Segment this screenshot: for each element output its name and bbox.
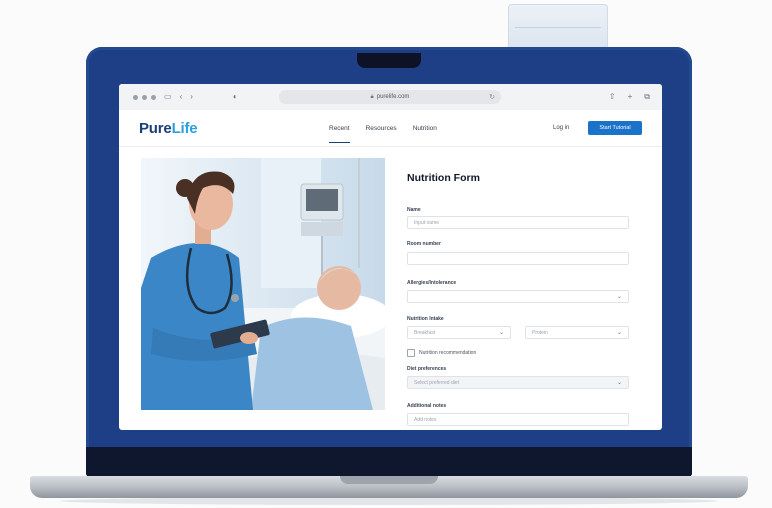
laptop-shadow: [60, 497, 718, 505]
nutrient-select[interactable]: Protein ⌄: [525, 326, 629, 339]
login-link[interactable]: Log in: [553, 125, 569, 131]
meal-select-value: Breakfast: [414, 329, 436, 336]
start-tutorial-button[interactable]: Start Tutorial: [588, 121, 642, 135]
minimize-window-dot[interactable]: [142, 94, 147, 100]
recommendation-checkbox[interactable]: [407, 349, 415, 357]
room-number-input[interactable]: [407, 252, 629, 265]
close-window-dot[interactable]: [133, 94, 138, 100]
logo-text-accent: Life: [171, 120, 198, 137]
meal-select[interactable]: Breakfast ⌄: [407, 326, 511, 339]
additional-notes-label: Additional notes: [407, 403, 447, 409]
browser-toolbar: ▭ ‹ › ◐ 🔒︎ purelife.com ↻ ⇧ + ⧉: [119, 84, 662, 111]
nutrient-select-value: Protein: [532, 329, 548, 336]
forward-icon[interactable]: ›: [190, 93, 193, 101]
form-title: Nutrition Form: [407, 172, 480, 184]
chevron-down-icon: ⌄: [498, 330, 504, 336]
chevron-down-icon: ⌄: [616, 294, 622, 300]
site-header: PureLife Recent Resources Nutrition Log …: [119, 110, 662, 147]
room-number-label: Room number: [407, 241, 441, 247]
purelife-logo[interactable]: PureLife: [139, 120, 198, 137]
nutrition-intake-label: Nutrition Intake: [407, 316, 444, 322]
laptop-screen: ▭ ‹ › ◐ 🔒︎ purelife.com ↻ ⇧ + ⧉ PureLife…: [119, 84, 662, 430]
nav-item-nutrition[interactable]: Nutrition: [413, 125, 437, 143]
water-glass: [508, 4, 608, 52]
share-icon[interactable]: ⇧: [609, 92, 616, 102]
new-tab-icon[interactable]: +: [628, 92, 633, 102]
allergies-select[interactable]: ⌄: [407, 290, 629, 303]
additional-notes-placeholder: Add notes: [414, 416, 437, 423]
url-text: purelife.com: [376, 94, 410, 100]
sidebar-icon[interactable]: ▭: [164, 93, 172, 101]
laptop-bezel: [86, 447, 692, 477]
name-input[interactable]: Input name: [407, 216, 629, 229]
privacy-shield-icon[interactable]: ◐: [233, 93, 238, 101]
window-controls: [133, 94, 156, 100]
additional-notes-input[interactable]: Add notes: [407, 413, 629, 426]
chevron-down-icon: ⌄: [616, 380, 622, 386]
recommendation-checkbox-row[interactable]: Nutrition recommendation: [407, 349, 476, 357]
allergies-label: Allergies/Intolerance: [407, 280, 457, 286]
back-icon[interactable]: ‹: [180, 93, 183, 101]
lock-icon: 🔒︎: [370, 93, 374, 100]
diet-preferences-label: Diet preferences: [407, 366, 447, 372]
tabs-overview-icon[interactable]: ⧉: [644, 92, 650, 102]
diet-preferences-select[interactable]: Select preferred diet ⌄: [407, 376, 629, 389]
nurse-patient-photo: [141, 158, 385, 410]
chevron-down-icon: ⌄: [616, 330, 622, 336]
diet-preferences-placeholder: Select preferred diet: [414, 379, 460, 386]
nav-item-recent[interactable]: Recent: [329, 125, 350, 143]
laptop-camera-notch: [357, 53, 421, 68]
name-placeholder: Input name: [414, 219, 440, 226]
main-nav: Recent Resources Nutrition: [329, 125, 437, 143]
recommendation-checkbox-label: Nutrition recommendation: [419, 350, 477, 356]
nutrition-form: Nutrition Form Name Input name Room numb…: [397, 158, 647, 430]
logo-text-main: Pure: [139, 120, 172, 137]
maximize-window-dot[interactable]: [151, 94, 156, 100]
refresh-icon[interactable]: ↻: [489, 93, 495, 101]
laptop-base-groove: [340, 476, 438, 484]
nav-item-resources[interactable]: Resources: [366, 125, 397, 143]
address-bar[interactable]: 🔒︎ purelife.com ↻: [279, 90, 501, 104]
name-label: Name: [407, 207, 421, 213]
